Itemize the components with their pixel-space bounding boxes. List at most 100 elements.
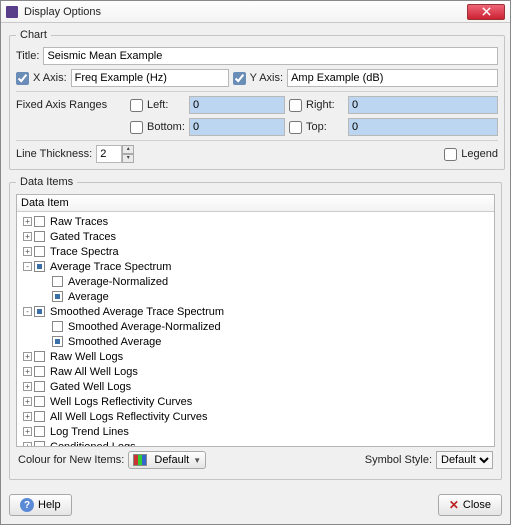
- tree-checkbox[interactable]: [34, 231, 45, 242]
- expand-icon[interactable]: +: [23, 427, 32, 436]
- tree-checkbox[interactable]: [52, 276, 63, 287]
- tree-node[interactable]: + Gated Traces: [19, 229, 492, 244]
- legend-label: Legend: [461, 148, 498, 160]
- tree-node[interactable]: + Raw Well Logs: [19, 349, 492, 364]
- left-checkbox[interactable]: [130, 99, 143, 112]
- symbol-style-combo[interactable]: Default: [436, 451, 493, 469]
- close-icon: [482, 7, 491, 16]
- bottom-checkbox[interactable]: [130, 121, 143, 134]
- collapse-icon[interactable]: -: [23, 307, 32, 316]
- tree-node[interactable]: Smoothed Average-Normalized: [19, 319, 492, 334]
- tree-label: Trace Spectra: [50, 246, 119, 258]
- spinner-down[interactable]: ▾: [122, 154, 134, 163]
- tree-node[interactable]: + All Well Logs Reflectivity Curves: [19, 409, 492, 424]
- help-button[interactable]: ? Help: [9, 494, 72, 516]
- x-axis-input[interactable]: [71, 69, 229, 87]
- tree-checkbox[interactable]: [34, 261, 45, 272]
- symbol-style-label: Symbol Style:: [365, 454, 432, 466]
- expand-icon[interactable]: +: [23, 412, 32, 421]
- y-axis-label: Y Axis:: [250, 72, 283, 84]
- colour-label: Colour for New Items:: [18, 454, 124, 466]
- tree-node[interactable]: Smoothed Average: [19, 334, 492, 349]
- tree-checkbox[interactable]: [34, 306, 45, 317]
- tree-spacer: [41, 292, 50, 301]
- top-checkbox[interactable]: [289, 121, 302, 134]
- tree-label: Well Logs Reflectivity Curves: [50, 396, 192, 408]
- tree-node[interactable]: - Average Trace Spectrum: [19, 259, 492, 274]
- help-icon: ?: [20, 498, 34, 512]
- tree-label: Gated Traces: [50, 231, 116, 243]
- display-options-window: Display Options Chart Title: X Axis: Y A…: [0, 0, 511, 525]
- tree-checkbox[interactable]: [34, 396, 45, 407]
- tree-node[interactable]: + Raw All Well Logs: [19, 364, 492, 379]
- data-items-group: Data Items Data Item +Raw Traces+Gated T…: [9, 176, 502, 480]
- expand-icon[interactable]: +: [23, 367, 32, 376]
- footer: ? Help ✕ Close: [1, 490, 510, 524]
- expand-icon[interactable]: +: [23, 217, 32, 226]
- tree-label: Average Trace Spectrum: [50, 261, 171, 273]
- expand-icon[interactable]: +: [23, 232, 32, 241]
- tree-checkbox[interactable]: [34, 246, 45, 257]
- colour-value: Default: [154, 454, 189, 466]
- right-label: Right:: [306, 99, 344, 111]
- tree-node[interactable]: + Gated Well Logs: [19, 379, 492, 394]
- window-title: Display Options: [24, 6, 101, 18]
- tree-node[interactable]: - Smoothed Average Trace Spectrum: [19, 304, 492, 319]
- tree-spacer: [41, 322, 50, 331]
- left-input[interactable]: [189, 96, 285, 114]
- right-input[interactable]: [348, 96, 498, 114]
- data-item-tree[interactable]: Data Item +Raw Traces+Gated Traces+Trace…: [16, 194, 495, 447]
- tree-checkbox[interactable]: [34, 351, 45, 362]
- data-items-legend: Data Items: [16, 176, 77, 188]
- tree-node[interactable]: Average: [19, 289, 492, 304]
- y-axis-input[interactable]: [287, 69, 498, 87]
- expand-icon[interactable]: +: [23, 247, 32, 256]
- close-label: Close: [463, 499, 491, 511]
- line-thickness-spinner[interactable]: ▴ ▾: [96, 145, 134, 163]
- tree-label: Gated Well Logs: [50, 381, 131, 393]
- tree-checkbox[interactable]: [34, 426, 45, 437]
- bottom-input[interactable]: [189, 118, 285, 136]
- tree-label: Raw Well Logs: [50, 351, 123, 363]
- chart-group: Chart Title: X Axis: Y Axis: Fixed Axis …: [9, 29, 505, 170]
- right-checkbox[interactable]: [289, 99, 302, 112]
- top-input[interactable]: [348, 118, 498, 136]
- tree-node[interactable]: Average-Normalized: [19, 274, 492, 289]
- tree-label: Raw All Well Logs: [50, 366, 138, 378]
- tree-checkbox[interactable]: [52, 291, 63, 302]
- spinner-up[interactable]: ▴: [122, 145, 134, 154]
- tree-node[interactable]: + Trace Spectra: [19, 244, 492, 259]
- close-button[interactable]: ✕ Close: [438, 494, 502, 516]
- tree-node[interactable]: + Raw Traces: [19, 214, 492, 229]
- expand-icon[interactable]: +: [23, 352, 32, 361]
- expand-icon[interactable]: +: [23, 397, 32, 406]
- collapse-icon[interactable]: -: [23, 262, 32, 271]
- tree-label: Raw Traces: [50, 216, 108, 228]
- chart-legend: Chart: [16, 29, 51, 41]
- tree-node[interactable]: + Log Trend Lines: [19, 424, 492, 439]
- tree-node[interactable]: + Well Logs Reflectivity Curves: [19, 394, 492, 409]
- title-input[interactable]: [43, 47, 498, 65]
- tree-label: Log Trend Lines: [50, 426, 129, 438]
- y-axis-checkbox[interactable]: [233, 72, 246, 85]
- left-label: Left:: [147, 99, 185, 111]
- tree-checkbox[interactable]: [52, 321, 63, 332]
- window-close-button[interactable]: [467, 4, 505, 20]
- colour-swatch-icon: [133, 454, 147, 466]
- tree-label: All Well Logs Reflectivity Curves: [50, 411, 208, 423]
- tree-label: Smoothed Average Trace Spectrum: [50, 306, 224, 318]
- tree-checkbox[interactable]: [52, 336, 63, 347]
- tree-checkbox[interactable]: [34, 411, 45, 422]
- tree-node[interactable]: +Conditioned Logs: [19, 439, 492, 447]
- colour-combo[interactable]: Default ▼: [128, 451, 206, 469]
- legend-checkbox[interactable]: [444, 148, 457, 161]
- expand-icon[interactable]: +: [23, 382, 32, 391]
- titlebar: Display Options: [1, 1, 510, 23]
- tree-label: Smoothed Average: [68, 336, 161, 348]
- tree-label: Smoothed Average-Normalized: [68, 321, 221, 333]
- x-axis-checkbox[interactable]: [16, 72, 29, 85]
- tree-checkbox[interactable]: [34, 381, 45, 392]
- line-thickness-input[interactable]: [96, 145, 122, 163]
- tree-checkbox[interactable]: [34, 216, 45, 227]
- tree-checkbox[interactable]: [34, 366, 45, 377]
